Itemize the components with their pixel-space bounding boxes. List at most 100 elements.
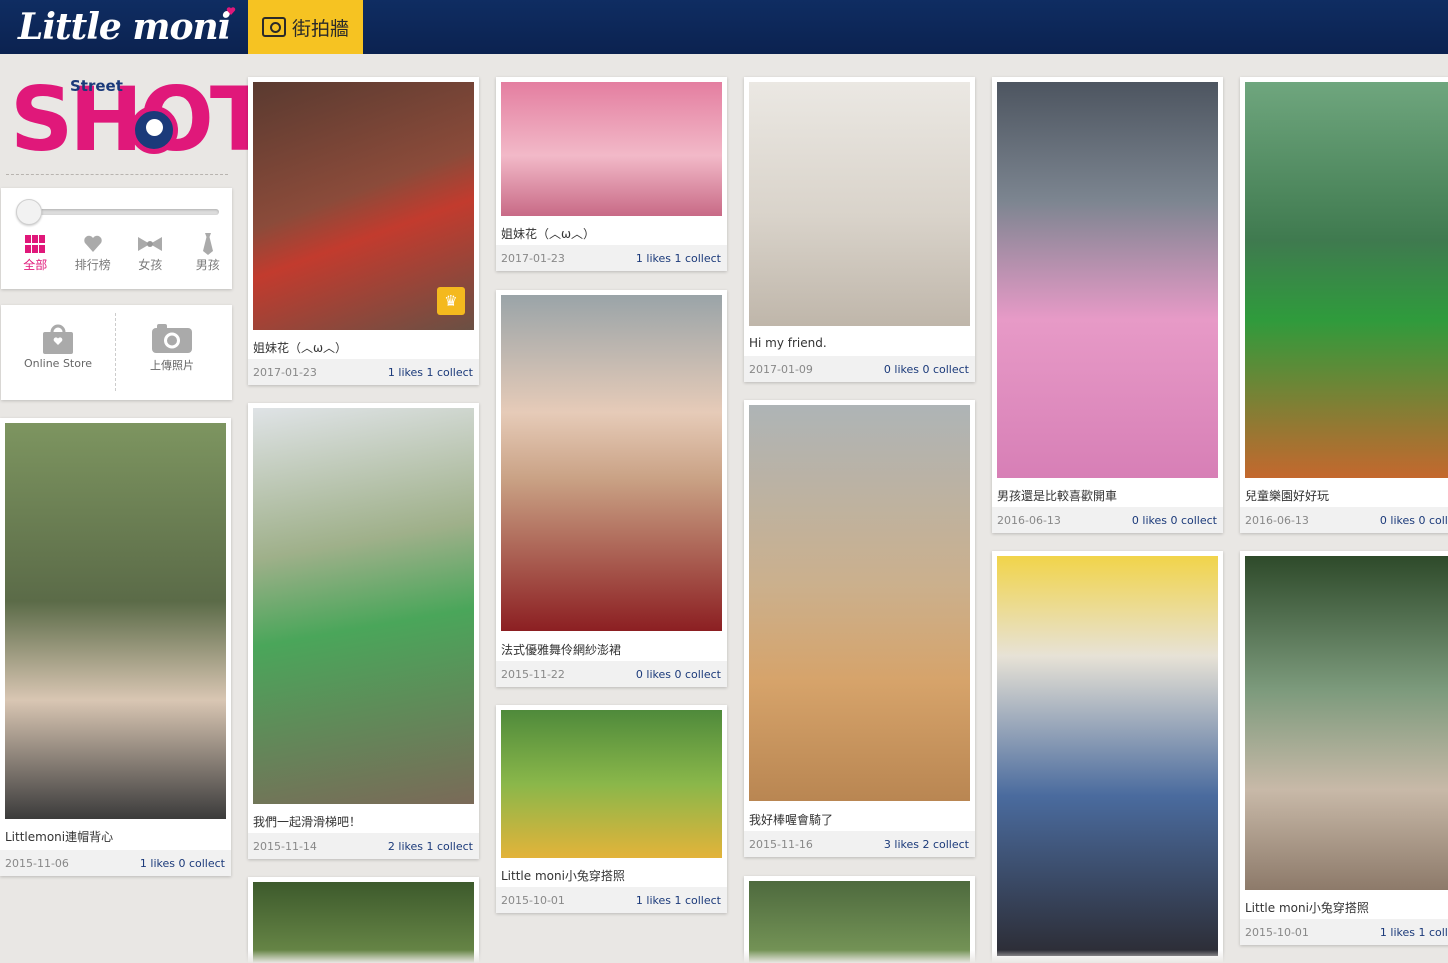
tie-icon bbox=[202, 233, 213, 255]
camera-icon bbox=[152, 324, 192, 353]
street-shot-tab[interactable]: 街拍牆 bbox=[248, 0, 363, 54]
filter-girls[interactable]: 女孩 bbox=[126, 232, 175, 273]
photo-card[interactable] bbox=[992, 551, 1223, 963]
street-shot-brand: SHOT Street bbox=[8, 72, 270, 172]
photo-date: 2015-10-01 bbox=[501, 893, 565, 907]
photo-image[interactable] bbox=[501, 710, 722, 858]
photo-card[interactable]: Little moni小兔穿搭照 2015-10-01 1 likes 1 co… bbox=[496, 705, 727, 913]
bottom-fade bbox=[0, 950, 1448, 963]
tools-panel: Online Store 上傳照片 bbox=[1, 305, 232, 400]
photo-card[interactable]: 兒童樂園好好玩 2016-06-13 0 likes 0 collect bbox=[1240, 77, 1448, 533]
filter-slider-track[interactable] bbox=[19, 209, 219, 215]
photo-image[interactable] bbox=[1245, 556, 1448, 890]
photo-image[interactable] bbox=[749, 405, 970, 801]
photo-card[interactable]: 我好棒喔會騎了 2015-11-16 3 likes 2 collect bbox=[744, 400, 975, 857]
logo-heart-icon bbox=[227, 7, 236, 15]
filter-boys-label: 男孩 bbox=[195, 258, 220, 272]
brand-eye-icon bbox=[130, 106, 178, 154]
photo-caption: 我好棒喔會騎了 bbox=[749, 813, 834, 827]
logo-text: Little moni bbox=[18, 6, 231, 48]
photo-caption: 男孩還是比較喜歡開車 bbox=[997, 489, 1118, 503]
filter-slider-handle[interactable] bbox=[16, 199, 42, 225]
photo-image[interactable] bbox=[501, 82, 722, 216]
likes-collect-count[interactable]: 1 likes 1 collect bbox=[636, 252, 721, 265]
photo-date: 2017-01-23 bbox=[501, 251, 565, 265]
photo-meta: 2015-11-06 1 likes 0 collect bbox=[0, 850, 231, 876]
photo-caption: Littlemoni連帽背心 bbox=[5, 830, 114, 844]
photo-meta: 2017-01-09 0 likes 0 collect bbox=[744, 356, 975, 382]
filter-ranking-label: 排行榜 bbox=[74, 258, 111, 272]
top-navigation-bar: Little moni 街拍牆 bbox=[0, 0, 1448, 54]
photo-card[interactable]: 我們一起滑滑梯吧！ 2015-11-14 2 likes 1 collect bbox=[248, 403, 479, 859]
likes-collect-count[interactable]: 1 likes 1 collect bbox=[388, 366, 473, 379]
filter-all-label: 全部 bbox=[23, 258, 48, 272]
photo-caption: 姐妹花（︿ω︿） bbox=[253, 341, 348, 355]
online-store-label: Online Store bbox=[23, 357, 93, 370]
upload-photo-label: 上傳照片 bbox=[150, 359, 194, 372]
photo-card[interactable]: 男孩還是比較喜歡開車 2016-06-13 0 likes 0 collect bbox=[992, 77, 1223, 533]
photo-date: 2017-01-23 bbox=[253, 365, 317, 379]
photo-card[interactable]: Littlemoni連帽背心 2015-11-06 1 likes 0 coll… bbox=[0, 418, 231, 876]
filter-girls-label: 女孩 bbox=[138, 258, 163, 272]
photo-meta: 2016-06-13 0 likes 0 collect bbox=[1240, 507, 1448, 533]
photo-image[interactable] bbox=[997, 82, 1218, 478]
tools-divider bbox=[115, 313, 116, 391]
photo-date: 2016-06-13 bbox=[997, 513, 1061, 527]
photo-meta: 2015-10-01 1 likes 1 collect bbox=[496, 887, 727, 913]
likes-collect-count[interactable]: 3 likes 2 collect bbox=[884, 838, 969, 851]
likes-collect-count[interactable]: 0 likes 0 collect bbox=[1380, 514, 1448, 527]
shopping-bag-icon bbox=[43, 324, 73, 354]
likes-collect-count[interactable]: 2 likes 1 collect bbox=[388, 840, 473, 853]
filter-options: 全部 排行榜 女孩 男孩 bbox=[1, 232, 232, 273]
bow-icon bbox=[138, 237, 163, 251]
photo-date: 2017-01-09 bbox=[749, 362, 813, 376]
photo-date: 2015-11-22 bbox=[501, 667, 565, 681]
photo-image[interactable] bbox=[253, 408, 474, 804]
photo-caption: 我們一起滑滑梯吧！ bbox=[253, 815, 362, 829]
photo-card[interactable]: Hi my friend. 2017-01-09 0 likes 0 colle… bbox=[744, 77, 975, 382]
photo-caption: Little moni小兔穿搭照 bbox=[1245, 901, 1369, 915]
little-moni-logo[interactable]: Little moni bbox=[18, 4, 236, 50]
photo-meta: 2015-10-01 1 likes 1 collect bbox=[1240, 919, 1448, 945]
heart-icon bbox=[84, 235, 102, 252]
photo-card[interactable]: ♛ 姐妹花（︿ω︿） 2017-01-23 1 likes 1 collect bbox=[248, 77, 479, 385]
likes-collect-count[interactable]: 0 likes 0 collect bbox=[636, 668, 721, 681]
photo-meta: 2015-11-14 2 likes 1 collect bbox=[248, 833, 479, 859]
photo-meta: 2015-11-22 0 likes 0 collect bbox=[496, 661, 727, 687]
photo-caption: 法式優雅舞伶網紗澎裙 bbox=[501, 643, 622, 657]
photo-card[interactable]: 法式優雅舞伶網紗澎裙 2015-11-22 0 likes 0 collect bbox=[496, 290, 727, 687]
photo-card[interactable]: Little moni小兔穿搭照 2015-10-01 1 likes 1 co… bbox=[1240, 551, 1448, 945]
grid-icon bbox=[25, 235, 46, 253]
online-store-button[interactable]: Online Store bbox=[3, 319, 113, 370]
photo-image[interactable] bbox=[997, 556, 1218, 956]
photo-date: 2015-11-14 bbox=[253, 839, 317, 853]
filter-boys[interactable]: 男孩 bbox=[184, 232, 233, 273]
photo-image[interactable] bbox=[501, 295, 722, 631]
likes-collect-count[interactable]: 0 likes 0 collect bbox=[1132, 514, 1217, 527]
photo-caption: Little moni小兔穿搭照 bbox=[501, 869, 625, 883]
filter-ranking[interactable]: 排行榜 bbox=[69, 232, 118, 273]
filter-all[interactable]: 全部 bbox=[11, 232, 60, 273]
photo-card[interactable]: 姐妹花（︿ω︿） 2017-01-23 1 likes 1 collect bbox=[496, 77, 727, 271]
photo-image[interactable] bbox=[749, 82, 970, 326]
photo-image[interactable] bbox=[5, 423, 226, 819]
filter-panel: 全部 排行榜 女孩 男孩 bbox=[1, 188, 232, 289]
photo-meta: 2016-06-13 0 likes 0 collect bbox=[992, 507, 1223, 533]
photo-meta: 2017-01-23 1 likes 1 collect bbox=[496, 245, 727, 271]
photo-date: 2016-06-13 bbox=[1245, 513, 1309, 527]
likes-collect-count[interactable]: 1 likes 1 collect bbox=[1380, 926, 1448, 939]
likes-collect-count[interactable]: 1 likes 0 collect bbox=[140, 857, 225, 870]
brand-subtitle: Street bbox=[70, 77, 123, 95]
photo-meta: 2017-01-23 1 likes 1 collect bbox=[248, 359, 479, 385]
likes-collect-count[interactable]: 0 likes 0 collect bbox=[884, 363, 969, 376]
photo-caption: Hi my friend. bbox=[749, 336, 827, 350]
photo-meta: 2015-11-16 3 likes 2 collect bbox=[744, 831, 975, 857]
likes-collect-count[interactable]: 1 likes 1 collect bbox=[636, 894, 721, 907]
photo-date: 2015-11-06 bbox=[5, 856, 69, 870]
photo-date: 2015-10-01 bbox=[1245, 925, 1309, 939]
photo-date: 2015-11-16 bbox=[749, 837, 813, 851]
photo-image[interactable] bbox=[1245, 82, 1448, 478]
camera-frame-icon bbox=[261, 17, 286, 37]
street-shot-tab-label: 街拍牆 bbox=[291, 17, 349, 40]
upload-photo-button[interactable]: 上傳照片 bbox=[117, 319, 227, 373]
